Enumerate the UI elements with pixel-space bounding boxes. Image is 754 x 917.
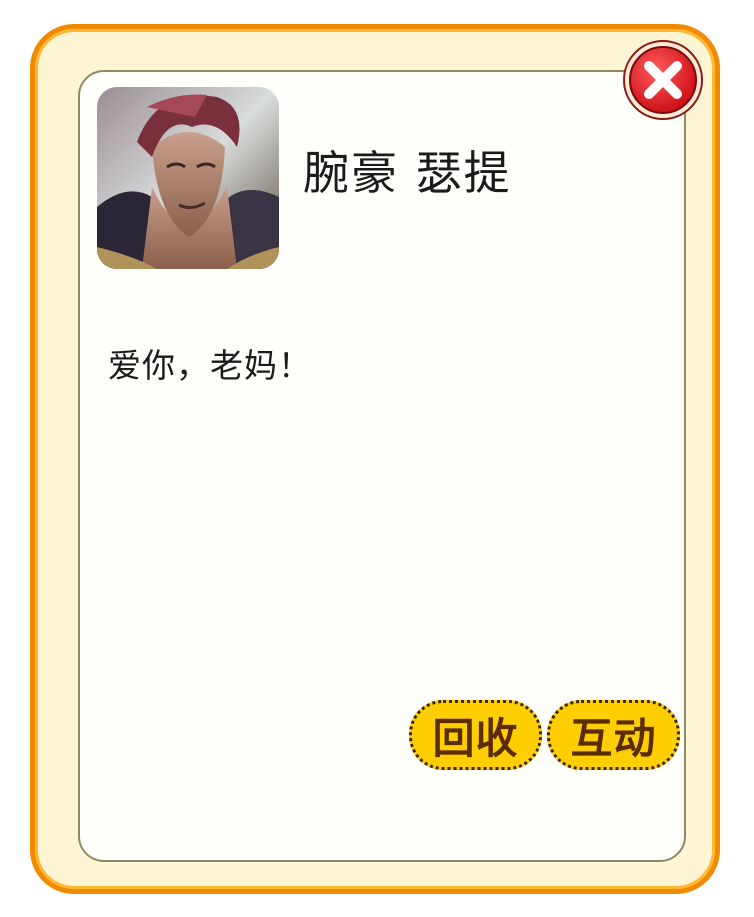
avatar (97, 87, 279, 269)
message-text: 爱你，老妈！ (108, 346, 312, 385)
profile-name: 腕豪 瑟提 (303, 146, 512, 200)
interact-button[interactable]: 互动 (547, 700, 680, 770)
close-icon (623, 40, 703, 120)
close-button[interactable] (621, 38, 705, 122)
recycle-button[interactable]: 回收 (409, 700, 542, 770)
